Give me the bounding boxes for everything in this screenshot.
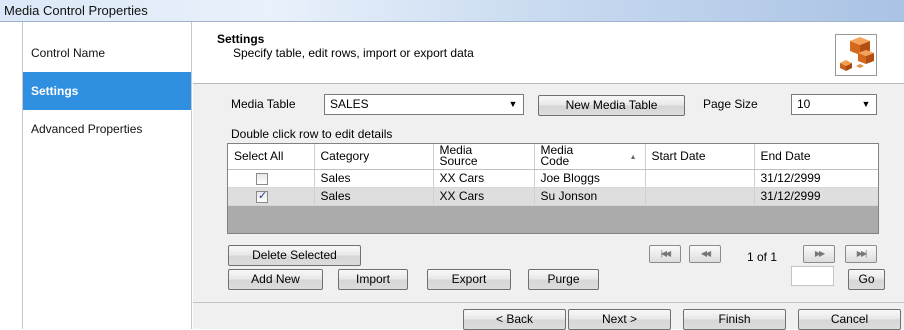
media-table-value: SALES: [330, 97, 369, 111]
first-page-icon[interactable]: |◀◀: [649, 245, 681, 263]
column-header-media-source[interactable]: Media Source: [433, 144, 535, 170]
column-header-select-all[interactable]: Select All: [228, 144, 315, 170]
cell-media-code: Su Jonson: [534, 187, 646, 206]
page-title: Settings: [217, 32, 265, 46]
column-header-end-date[interactable]: End Date: [754, 144, 878, 170]
sidebar-item-advanced-properties[interactable]: Advanced Properties: [23, 110, 191, 148]
cell-end-date: 31/12/2999: [754, 169, 878, 188]
cell-media-code: Joe Bloggs: [534, 169, 646, 188]
column-header-category[interactable]: Category: [314, 144, 434, 170]
table-row[interactable]: Sales XX Cars Joe Bloggs 31/12/2999: [228, 169, 878, 188]
window-title: Media Control Properties: [4, 3, 148, 18]
row-checkbox[interactable]: [256, 172, 268, 185]
sidebar-item-control-name[interactable]: Control Name: [23, 34, 191, 72]
cell-end-date: 31/12/2999: [754, 187, 878, 206]
go-button[interactable]: Go: [848, 269, 885, 290]
cell-media-source: XX Cars: [433, 187, 535, 206]
grid-header-row: Select All Category Media Source Media C…: [228, 143, 878, 170]
row-checkbox[interactable]: [256, 189, 268, 203]
sidebar: Control Name Settings Advanced Propertie…: [22, 22, 192, 329]
footer-divider: [193, 302, 904, 303]
next-page-icon[interactable]: ▶▶: [803, 245, 835, 263]
export-button[interactable]: Export: [427, 269, 511, 290]
pager-status: 1 of 1: [747, 250, 778, 264]
column-header-media-code[interactable]: Media Code ▲: [534, 143, 646, 170]
header-band: Settings Specify table, edit rows, impor…: [193, 22, 904, 84]
grid-hint: Double click row to edit details: [231, 127, 393, 141]
last-page-icon[interactable]: ▶▶|: [845, 245, 877, 263]
cancel-button[interactable]: Cancel: [798, 309, 901, 330]
settings-panel: Settings Specify table, edit rows, impor…: [193, 22, 904, 330]
page-subtitle: Specify table, edit rows, import or expo…: [233, 46, 474, 60]
next-button[interactable]: Next >: [568, 309, 671, 330]
table-row[interactable]: Sales XX Cars Su Jonson 31/12/2999: [228, 187, 878, 206]
chevron-down-icon: ▼: [861, 99, 871, 109]
new-media-table-button[interactable]: New Media Table: [538, 95, 685, 116]
cell-media-source: XX Cars: [433, 169, 535, 188]
cell-category: Sales: [314, 169, 434, 188]
sort-ascending-icon: ▲: [629, 154, 637, 161]
back-button[interactable]: < Back: [463, 309, 566, 330]
previous-page-icon[interactable]: ◀◀: [689, 245, 721, 263]
column-header-media-code-label: Media Code: [540, 143, 574, 169]
chevron-down-icon: ▼: [508, 99, 518, 109]
add-new-button[interactable]: Add New: [228, 269, 323, 290]
page-number-input[interactable]: [791, 266, 834, 286]
cell-start-date: [645, 187, 755, 206]
import-button[interactable]: Import: [338, 269, 408, 290]
finish-button[interactable]: Finish: [683, 309, 786, 330]
page-size-label: Page Size: [703, 97, 758, 111]
purge-button[interactable]: Purge: [528, 269, 599, 290]
row-select-cell[interactable]: [228, 187, 315, 206]
page-size-select[interactable]: 10 ▼: [791, 94, 877, 115]
column-header-start-date[interactable]: Start Date: [645, 144, 755, 170]
media-grid[interactable]: Select All Category Media Source Media C…: [227, 143, 879, 234]
media-table-select[interactable]: SALES ▼: [324, 94, 524, 115]
row-select-cell[interactable]: [228, 169, 315, 188]
cubes-icon: [835, 34, 877, 76]
cell-start-date: [645, 169, 755, 188]
cell-category: Sales: [314, 187, 434, 206]
delete-selected-button[interactable]: Delete Selected: [228, 245, 361, 266]
title-bar: Media Control Properties: [0, 0, 904, 22]
media-table-label: Media Table: [231, 97, 296, 111]
sidebar-item-settings[interactable]: Settings: [23, 72, 191, 110]
page-size-value: 10: [797, 97, 811, 111]
